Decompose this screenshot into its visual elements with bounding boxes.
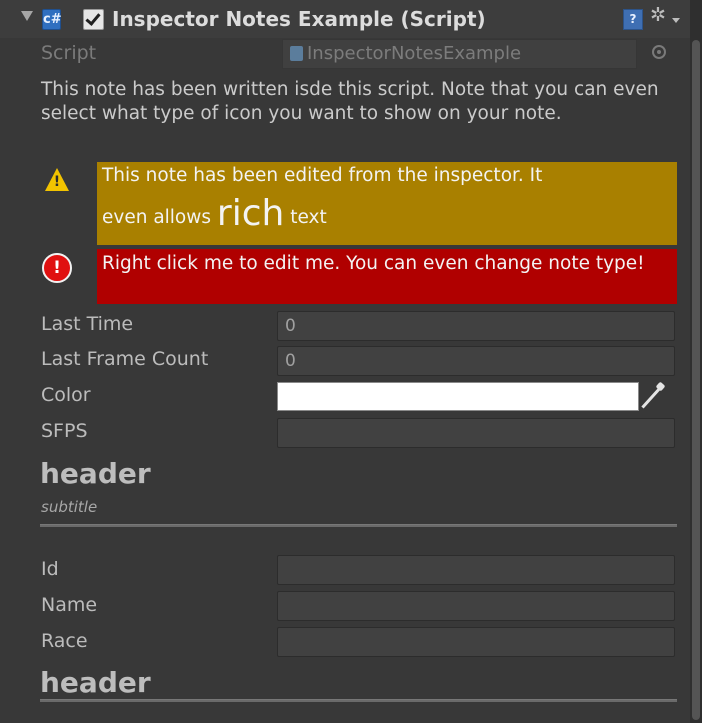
scrollbar-thumb[interactable] xyxy=(692,40,700,720)
warning-note-suffix: text xyxy=(284,207,327,228)
name-field[interactable] xyxy=(277,591,675,621)
name-label: Name xyxy=(41,594,98,616)
error-note[interactable]: Right click me to edit me. You can even … xyxy=(97,249,677,304)
component-header[interactable]: c# Inspector Notes Example (Script) ? ✲ xyxy=(0,0,690,38)
warning-icon-mark: ! xyxy=(53,174,61,190)
script-field-value: InspectorNotesExample xyxy=(307,43,522,64)
error-icon: ! xyxy=(42,253,72,283)
component-title: Inspector Notes Example (Script) xyxy=(112,7,486,31)
script-label: Script xyxy=(41,42,97,64)
foldout-arrow-icon[interactable] xyxy=(21,11,33,21)
section-separator xyxy=(40,524,677,527)
last-frame-count-label: Last Frame Count xyxy=(41,348,209,370)
check-mark-icon xyxy=(85,10,101,26)
warning-note-prefix: even allows xyxy=(102,207,217,228)
sfps-label: SFPS xyxy=(41,420,88,442)
script-icon: c# xyxy=(42,9,62,30)
section-subtitle: subtitle xyxy=(41,498,98,516)
id-field[interactable] xyxy=(277,555,675,585)
color-label: Color xyxy=(41,384,91,406)
section-separator-2 xyxy=(40,699,677,702)
plain-note: This note has been written isde this scr… xyxy=(41,79,659,124)
race-field[interactable] xyxy=(277,627,675,657)
warning-note[interactable]: This note has been edited from the inspe… xyxy=(97,162,677,245)
color-swatch-field[interactable] xyxy=(277,382,639,411)
gear-dropdown-arrow-icon[interactable] xyxy=(672,18,680,23)
sfps-field[interactable] xyxy=(277,418,675,448)
object-picker-icon[interactable] xyxy=(652,45,666,59)
section-header: header xyxy=(40,457,151,490)
warning-note-line2: even allows rich text xyxy=(102,196,327,232)
last-frame-count-field[interactable]: 0 xyxy=(277,346,675,376)
warning-note-line1: This note has been edited from the inspe… xyxy=(102,165,543,186)
section-header-2: header xyxy=(40,666,151,699)
script-asset-icon xyxy=(290,46,303,61)
id-label: Id xyxy=(41,558,59,580)
gear-icon[interactable]: ✲ xyxy=(650,6,666,25)
last-time-field[interactable]: 0 xyxy=(277,311,675,341)
last-time-label: Last Time xyxy=(41,313,134,335)
inspector-panel: c# Inspector Notes Example (Script) ? ✲ … xyxy=(0,0,702,723)
race-label: Race xyxy=(41,630,88,652)
script-field[interactable]: InspectorNotesExample xyxy=(282,39,637,69)
warning-note-rich-word: rich xyxy=(216,193,285,234)
help-icon[interactable]: ? xyxy=(623,9,643,30)
component-enabled-checkbox[interactable] xyxy=(83,9,104,30)
